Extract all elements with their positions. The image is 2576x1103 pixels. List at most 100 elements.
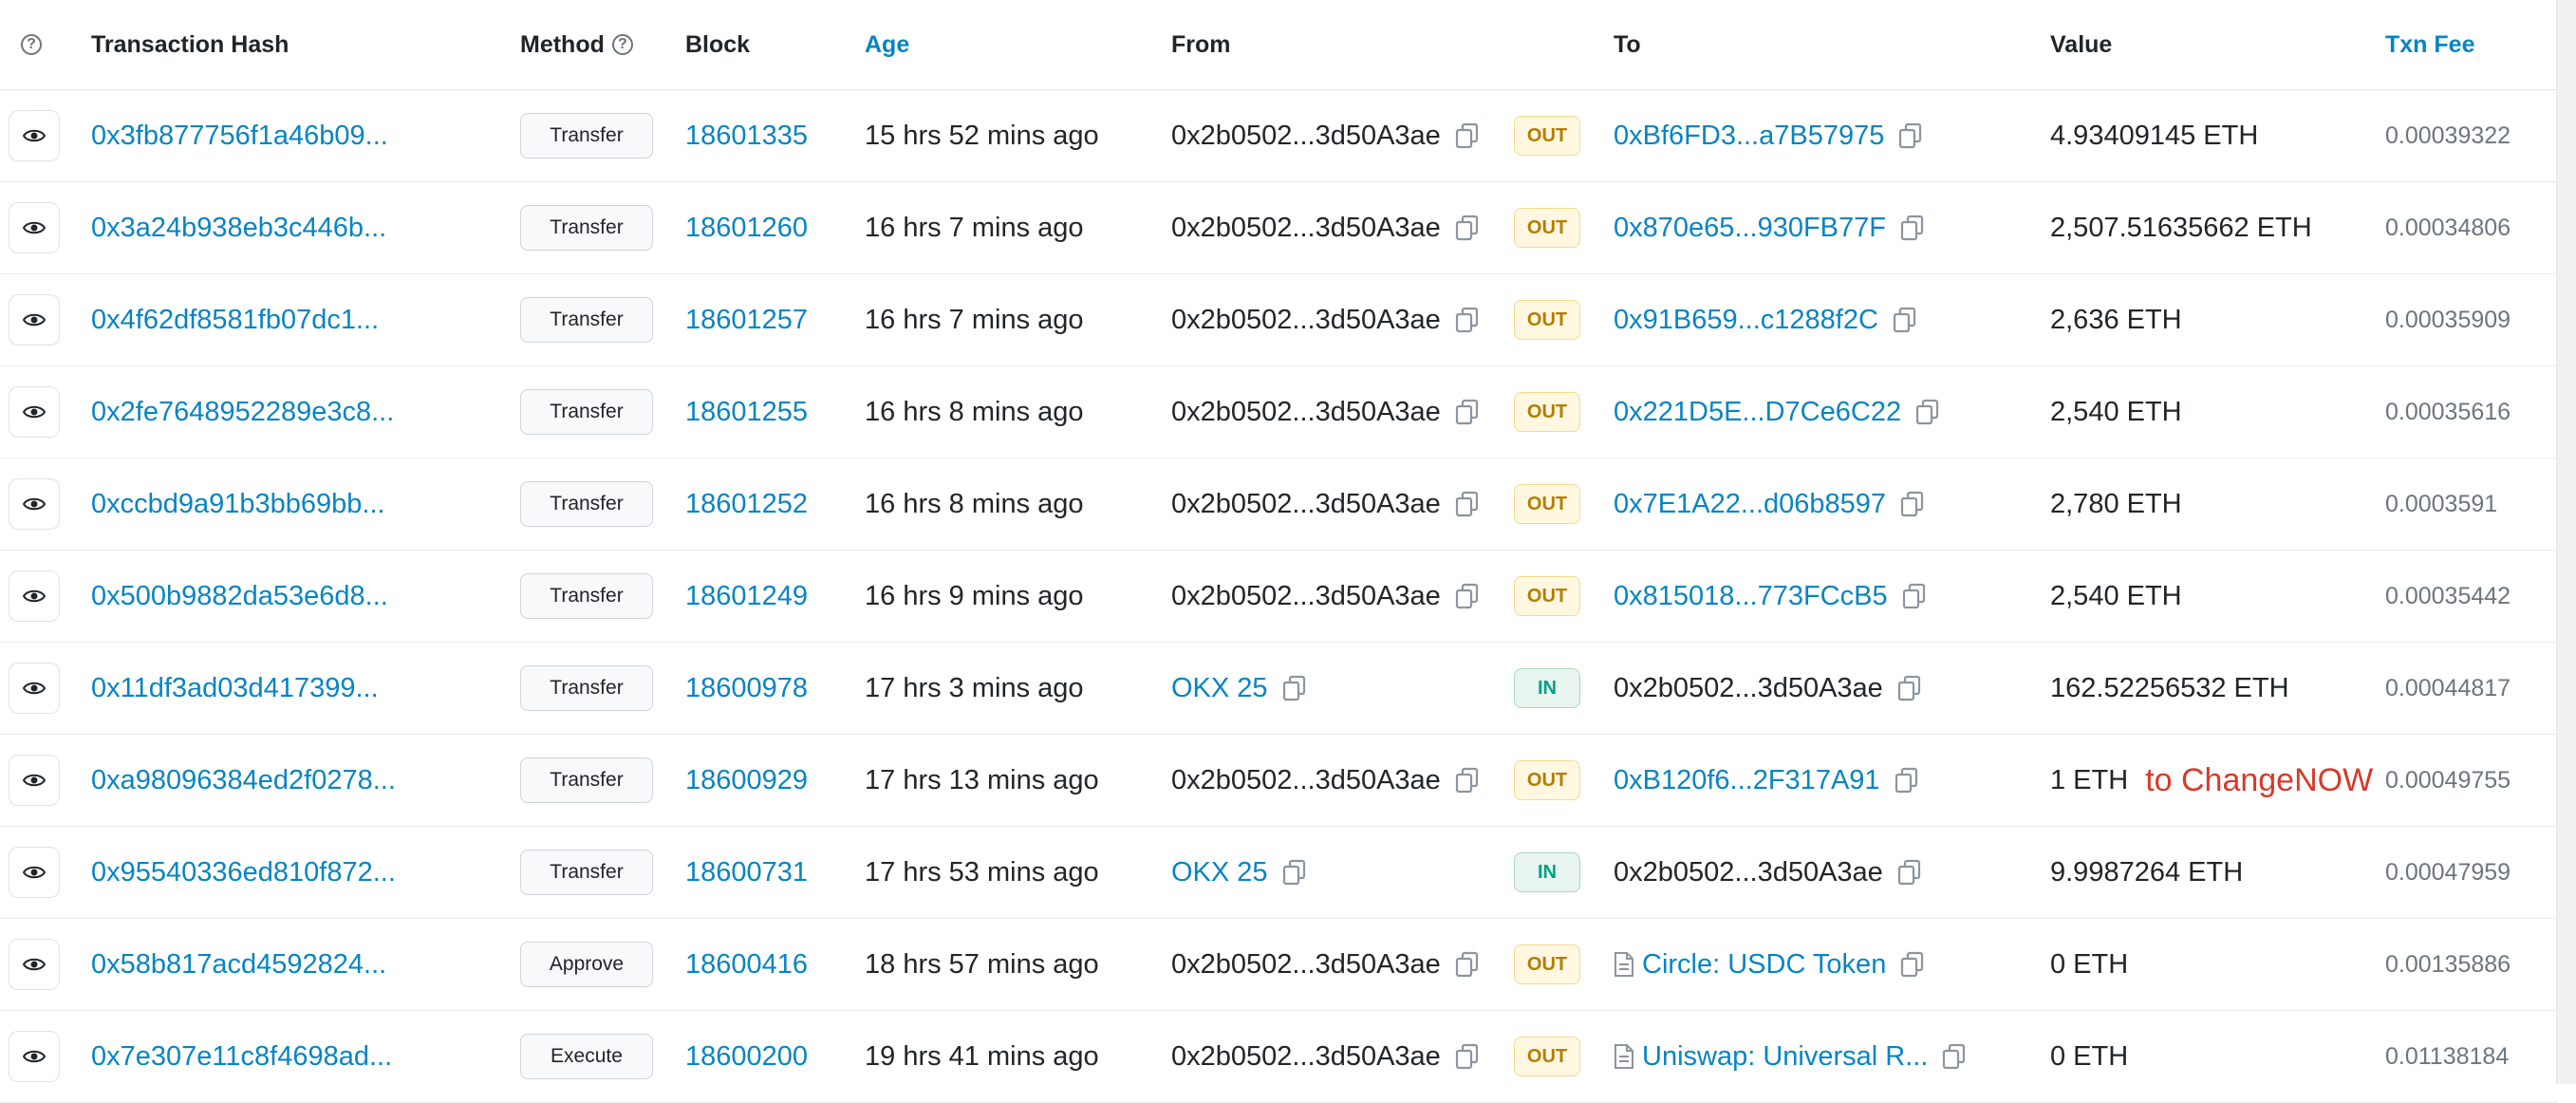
transaction-hash-link[interactable]: 0x2fe7648952289e3c8... [91,366,394,458]
transaction-hash-link[interactable]: 0xccbd9a91b3bb69bb... [91,458,385,550]
transaction-hash-link[interactable]: 0x3fb877756f1a46b09... [91,90,388,181]
to-address-text[interactable]: Circle: USDC Token [1642,949,1886,981]
from-address-text[interactable]: OKX 25 [1171,857,1268,888]
scrollbar[interactable] [2556,0,2576,1084]
transaction-hash-link[interactable]: 0x3a24b938eb3c446b... [91,182,386,273]
block-link[interactable]: 18600978 [685,643,808,734]
copy-icon[interactable] [1454,582,1481,610]
value-cell: 162.52256532 ETH [2050,643,2289,734]
method-label: Transfer [520,573,653,619]
transaction-hash-link[interactable]: 0x500b9882da53e6d8... [91,551,388,642]
view-details-button[interactable] [9,182,60,273]
age-text: 16 hrs 7 mins ago [865,304,1084,335]
block-link[interactable]: 18601252 [685,458,808,550]
help-icon[interactable]: ? [21,0,42,89]
to-address-text[interactable]: 0xBf6FD3...a7B57975 [1614,121,1884,152]
copy-icon[interactable] [1894,766,1920,795]
header-age[interactable]: Age [865,0,909,89]
table-row: 0xa98096384ed2f0278... Transfer 18600929 17… [0,735,2557,827]
from-address-text: 0x2b0502...3d50A3ae [1171,764,1441,795]
direction-label: OUT [1514,760,1580,800]
view-details-button[interactable] [9,827,60,918]
block-link[interactable]: 18600929 [685,735,808,826]
copy-icon[interactable] [1454,214,1481,242]
copy-icon[interactable] [1454,766,1481,795]
view-details-button[interactable] [9,1011,60,1102]
from-address: 0x2b0502...3d50A3ae [1171,735,1481,826]
to-address-text[interactable]: Uniswap: Universal R... [1642,1041,1928,1073]
block-link[interactable]: 18601249 [685,551,808,642]
header-txn-fee[interactable]: Txn Fee [2385,0,2474,89]
transaction-hash-link[interactable]: 0xa98096384ed2f0278... [91,735,396,826]
copy-icon[interactable] [1892,306,1918,334]
copy-icon[interactable] [1899,214,1926,242]
view-details-button[interactable] [9,551,60,642]
copy-icon[interactable] [1896,674,1923,702]
to-address-text[interactable]: 0x221D5E...D7Ce6C22 [1614,397,1901,428]
from-address-text[interactable]: OKX 25 [1171,673,1268,704]
method-help-icon[interactable]: ? [611,34,633,55]
copy-icon[interactable] [1454,306,1481,334]
view-details-button[interactable] [9,90,60,181]
direction-badge: OUT [1514,735,1580,826]
direction-label: IN [1514,668,1580,708]
copy-icon[interactable] [1454,122,1481,150]
transaction-hash-link[interactable]: 0x95540336ed810f872... [91,827,396,918]
method-badge: Transfer [520,366,653,458]
method-badge: Transfer [520,274,653,365]
transaction-hash-link[interactable]: 0x4f62df8581fb07dc1... [91,274,379,365]
copy-icon[interactable] [1941,1042,1968,1071]
txn-fee-text: 0.00049755 [2385,766,2511,794]
to-address-text[interactable]: 0x7E1A22...d06b8597 [1614,489,1886,520]
to-address-text: 0x2b0502...3d50A3ae [1614,672,1883,703]
method-badge: Transfer [520,182,653,273]
to-address-text[interactable]: 0xB120f6...2F317A91 [1614,765,1880,796]
from-address: OKX 25 [1171,827,1308,918]
block-link[interactable]: 18600416 [685,919,808,1010]
eye-icon [22,121,47,152]
to-address-text[interactable]: 0x815018...773FCcB5 [1614,581,1888,612]
view-details-button[interactable] [9,735,60,826]
copy-icon[interactable] [1899,950,1926,979]
view-details-button[interactable] [9,458,60,550]
transaction-hash-link[interactable]: 0x58b817acd4592824... [91,919,386,1010]
block-link[interactable]: 18600731 [685,827,808,918]
copy-icon[interactable] [1454,950,1481,979]
copy-icon[interactable] [1899,490,1926,518]
view-details-button[interactable] [9,919,60,1010]
from-address-text: 0x2b0502...3d50A3ae [1171,948,1441,980]
txn-fee-text: 0.00034806 [2385,214,2511,241]
value-text: 162.52256532 ETH [2050,672,2289,703]
copy-icon[interactable] [1281,858,1308,887]
copy-icon[interactable] [1897,122,1924,150]
table-row: 0x2fe7648952289e3c8... Transfer 18601255 16… [0,366,2557,458]
eye-icon [22,397,47,428]
copy-icon[interactable] [1901,582,1928,610]
to-address: 0xBf6FD3...a7B57975 [1614,90,1924,181]
block-link[interactable]: 18601255 [685,366,808,458]
eye-icon [22,673,47,704]
annotation-note: to ChangeNOW [2145,761,2374,798]
block-link[interactable]: 18601335 [685,90,808,181]
to-address-text[interactable]: 0x870e65...930FB77F [1614,213,1886,244]
direction-badge: OUT [1514,458,1580,550]
block-link[interactable]: 18600200 [685,1011,808,1102]
copy-icon[interactable] [1454,398,1481,426]
transaction-hash-link[interactable]: 0x11df3ad03d417399... [91,643,379,734]
view-details-button[interactable] [9,366,60,458]
txn-fee-text: 0.0003591 [2385,490,2498,517]
to-address-text[interactable]: 0x91B659...c1288f2C [1614,305,1878,336]
transaction-hash-link[interactable]: 0x7e307e11c8f4698ad... [91,1011,392,1102]
value-text: 2,780 ETH [2050,488,2182,519]
view-details-button[interactable] [9,274,60,365]
table-row: 0x4f62df8581fb07dc1... Transfer 18601257 16… [0,274,2557,366]
block-link[interactable]: 18601257 [685,274,808,365]
block-link[interactable]: 18601260 [685,182,808,273]
copy-icon[interactable] [1896,858,1923,887]
method-badge: Transfer [520,643,653,734]
copy-icon[interactable] [1914,398,1941,426]
copy-icon[interactable] [1281,674,1308,702]
view-details-button[interactable] [9,643,60,734]
copy-icon[interactable] [1454,490,1481,518]
copy-icon[interactable] [1454,1042,1481,1071]
